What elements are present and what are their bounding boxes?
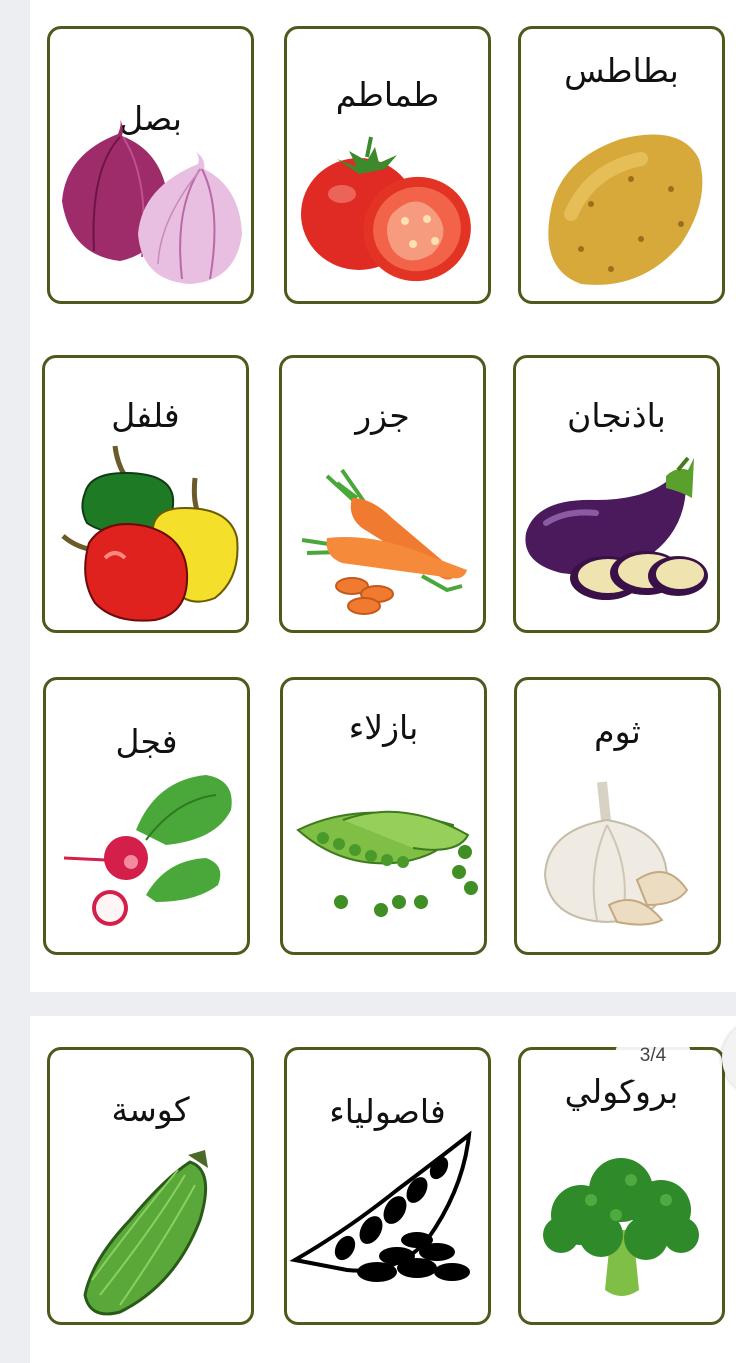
card-peas: بازلاء	[280, 677, 487, 955]
eggplant-icon	[525, 456, 708, 600]
onion-icon	[62, 119, 242, 284]
peas-icon	[296, 810, 478, 917]
card-broccoli: بروكولي	[518, 1047, 725, 1325]
radish-icon	[63, 775, 232, 926]
potato-icon	[548, 134, 703, 285]
card-onion: بصل	[47, 26, 254, 304]
tomato-icon	[301, 136, 471, 282]
zucchini-icon	[83, 1150, 208, 1316]
pepper-icon	[61, 445, 239, 622]
page-counter: 3/4	[615, 1031, 691, 1081]
broccoli-icon	[543, 1158, 699, 1296]
card-potato: بطاطس	[518, 26, 725, 304]
carrot-icon	[301, 468, 467, 615]
card-beans: فاصولياء	[284, 1047, 491, 1325]
beans-icon	[289, 1130, 472, 1282]
card-pepper: فلفل	[42, 355, 249, 633]
card-tomato: طماطم	[284, 26, 491, 304]
card-eggplant: باذنجان	[513, 355, 720, 633]
card-zucchini: كوسة	[47, 1047, 254, 1325]
card-carrot: جزر	[279, 355, 486, 633]
garlic-icon	[543, 781, 689, 926]
card-garlic: ثوم	[514, 677, 721, 955]
card-radish: فجل	[43, 677, 250, 955]
